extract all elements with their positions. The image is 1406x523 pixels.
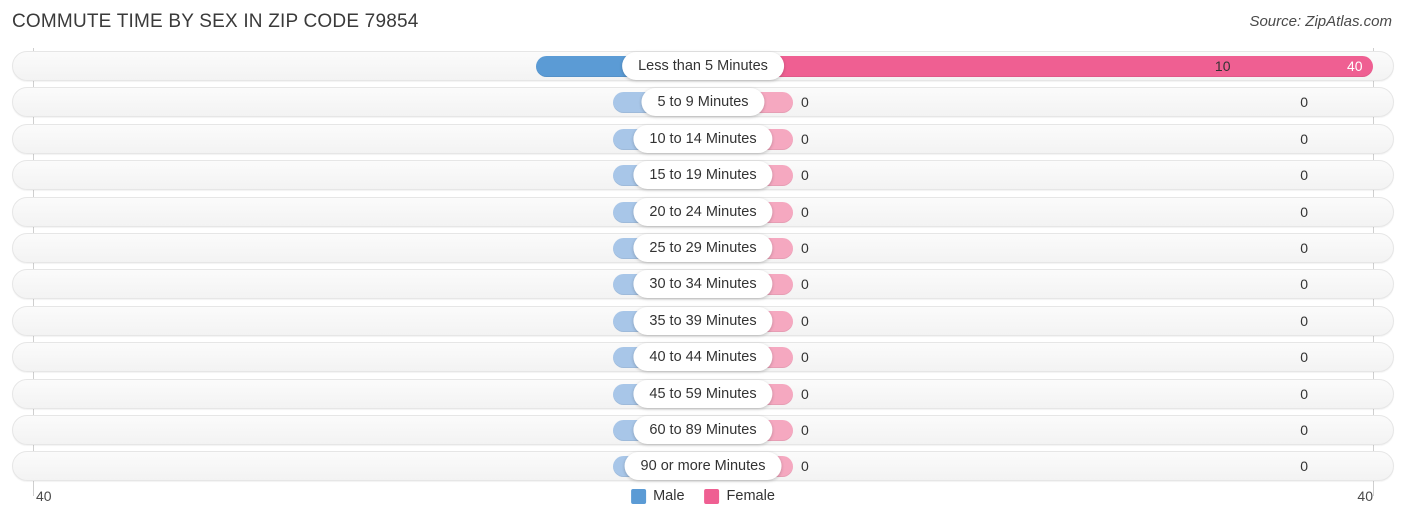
value-label-male: 10 — [1214, 58, 1231, 74]
legend-swatch-male-icon — [631, 488, 647, 504]
value-label-female: 0 — [801, 276, 809, 293]
chart-row: 0 0 5 to 9 Minutes — [0, 84, 1406, 120]
category-label: 60 to 89 Minutes — [633, 415, 773, 444]
chart-row: 10 40 Less than 5 Minutes — [0, 48, 1406, 84]
chart-footer: 40 40 Male Female — [0, 482, 1406, 523]
value-label-female: 40 — [1347, 58, 1363, 74]
legend-label-female: Female — [726, 488, 775, 504]
category-label: 90 or more Minutes — [624, 452, 782, 481]
chart-row: 0 0 90 or more Minutes — [0, 448, 1406, 484]
value-label-female: 0 — [801, 458, 809, 475]
legend-item-male[interactable]: Male — [631, 488, 685, 504]
category-label: 40 to 44 Minutes — [633, 343, 773, 372]
value-label-male: 0 — [1300, 239, 1308, 256]
category-label: 45 to 59 Minutes — [633, 379, 773, 408]
chart-row: 0 0 35 to 39 Minutes — [0, 303, 1406, 339]
chart-page: COMMUTE TIME BY SEX IN ZIP CODE 79854 So… — [0, 0, 1406, 523]
chart-row: 0 0 20 to 24 Minutes — [0, 194, 1406, 230]
chart-plot-area: 10 40 Less than 5 Minutes 0 0 5 to 9 Minutes 0… — [0, 48, 1406, 496]
category-label: Less than 5 Minutes — [622, 52, 784, 80]
source-attribution: Source: ZipAtlas.com — [1249, 13, 1392, 30]
chart-row: 0 0 30 to 34 Minutes — [0, 266, 1406, 302]
bar-female[interactable] — [703, 56, 1373, 77]
chart-row: 0 0 45 to 59 Minutes — [0, 376, 1406, 412]
value-label-female: 0 — [801, 130, 809, 147]
category-label: 10 to 14 Minutes — [633, 124, 773, 153]
axis-tick-right: 40 — [1357, 488, 1373, 504]
category-label: 25 to 29 Minutes — [633, 233, 773, 262]
value-label-male: 0 — [1300, 203, 1308, 220]
value-label-male: 0 — [1300, 312, 1308, 329]
category-label: 15 to 19 Minutes — [633, 161, 773, 190]
page-title: COMMUTE TIME BY SEX IN ZIP CODE 79854 — [12, 11, 419, 32]
legend-label-male: Male — [653, 488, 685, 504]
category-label: 5 to 9 Minutes — [641, 88, 765, 117]
value-label-male: 0 — [1300, 385, 1308, 402]
chart-row: 0 0 10 to 14 Minutes — [0, 121, 1406, 157]
value-label-female: 0 — [801, 312, 809, 329]
axis-tick-left: 40 — [36, 488, 52, 504]
category-label: 35 to 39 Minutes — [633, 306, 773, 335]
legend-item-female[interactable]: Female — [704, 488, 775, 504]
chart-row: 0 0 60 to 89 Minutes — [0, 412, 1406, 448]
value-label-male: 0 — [1300, 130, 1308, 147]
value-label-male: 0 — [1300, 458, 1308, 475]
value-label-female: 0 — [801, 385, 809, 402]
value-label-female: 0 — [801, 203, 809, 220]
chart-row: 0 0 25 to 29 Minutes — [0, 230, 1406, 266]
value-label-female: 0 — [801, 349, 809, 366]
legend-swatch-female-icon — [704, 488, 720, 504]
chart-legend: Male Female — [631, 488, 775, 504]
value-label-female: 0 — [801, 421, 809, 438]
value-label-male: 0 — [1300, 94, 1308, 111]
value-label-male: 0 — [1300, 421, 1308, 438]
value-label-male: 0 — [1300, 167, 1308, 184]
value-label-female: 0 — [801, 167, 809, 184]
chart-rows: 10 40 Less than 5 Minutes 0 0 5 to 9 Minutes 0… — [0, 48, 1406, 485]
value-label-male: 0 — [1300, 349, 1308, 366]
value-label-female: 0 — [801, 239, 809, 256]
value-label-female: 0 — [801, 94, 809, 111]
chart-row: 0 0 15 to 19 Minutes — [0, 157, 1406, 193]
category-label: 20 to 24 Minutes — [633, 197, 773, 226]
chart-row: 0 0 40 to 44 Minutes — [0, 339, 1406, 375]
value-label-male: 0 — [1300, 276, 1308, 293]
category-label: 30 to 34 Minutes — [633, 270, 773, 299]
